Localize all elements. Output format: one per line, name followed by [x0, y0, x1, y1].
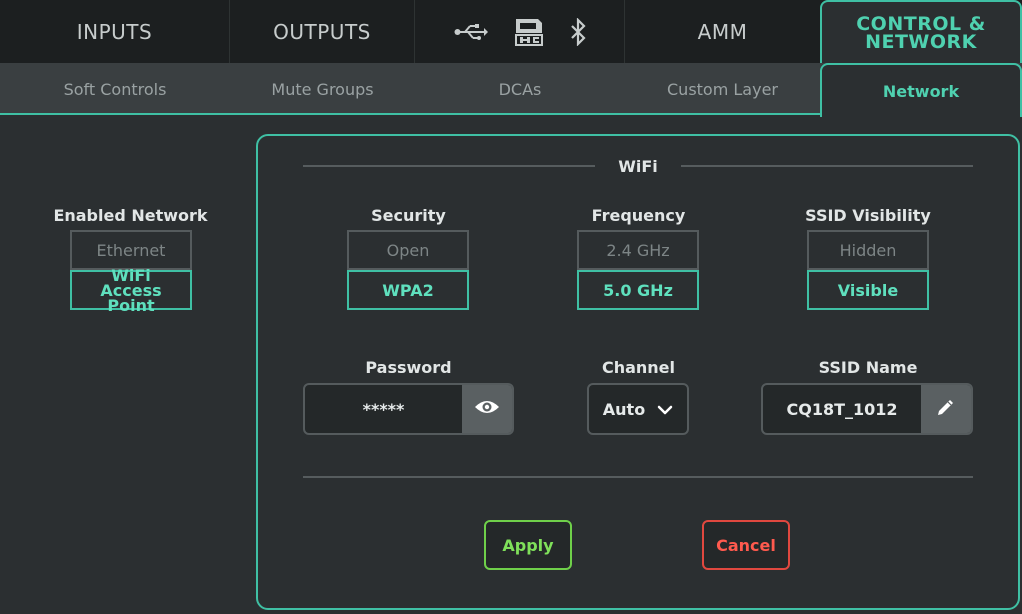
wifi-divider-right — [681, 165, 973, 167]
eye-icon — [474, 399, 500, 419]
network-option-wifi-access-point[interactable]: WiFi Access Point — [70, 267, 192, 313]
subtab-dcas[interactable]: DCAs — [415, 63, 625, 115]
subtab-mute-groups[interactable]: Mute Groups — [230, 63, 415, 115]
tab-inputs[interactable]: INPUTS — [0, 0, 230, 63]
bluetooth-icon — [570, 17, 586, 46]
security-option-wpa2[interactable]: WPA2 — [347, 270, 469, 310]
subtab-network-label: Network — [882, 81, 960, 101]
cancel-button[interactable]: Cancel — [702, 520, 790, 570]
tab-amm[interactable]: AMM — [625, 0, 820, 63]
top-tab-bar: INPUTS OUTPUTS AMM CONTROL & NETWORK — [0, 0, 1022, 63]
sub-tab-bar: Soft Controls Mute Groups DCAs Custom La… — [0, 63, 1022, 117]
pencil-icon — [936, 397, 956, 421]
frequency-option-2-4ghz[interactable]: 2.4 GHz — [577, 230, 699, 270]
subtab-custom-layer[interactable]: Custom Layer — [625, 63, 820, 115]
ssid-name-field[interactable]: CQ18T_1012 — [761, 383, 973, 435]
tab-media[interactable] — [415, 0, 625, 63]
tab-inputs-label: INPUTS — [76, 19, 153, 44]
security-label: Security — [371, 206, 446, 225]
show-password-button[interactable] — [462, 385, 512, 433]
channel-dropdown[interactable]: Auto — [587, 383, 689, 435]
tab-outputs[interactable]: OUTPUTS — [230, 0, 415, 63]
sd-card-icon — [514, 17, 544, 47]
subtab-dcas-label: DCAs — [498, 79, 542, 99]
chevron-down-icon — [657, 400, 673, 419]
password-value: ***** — [362, 399, 405, 419]
subtab-soft-controls-label: Soft Controls — [63, 79, 167, 99]
ssid-visibility-option-visible[interactable]: Visible — [807, 270, 929, 310]
tab-control-network-line2: NETWORK — [865, 30, 977, 53]
ssid-visibility-label: SSID Visibility — [805, 206, 931, 225]
ssid-visibility-selector: Hidden Visible — [807, 230, 929, 310]
wifi-divider-left — [303, 165, 595, 167]
frequency-label: Frequency — [591, 206, 686, 225]
network-option-ethernet[interactable]: Ethernet — [70, 230, 192, 270]
security-selector: Open WPA2 — [347, 230, 469, 310]
wifi-section-title: WiFi — [618, 157, 658, 176]
ssid-name-label: SSID Name — [818, 358, 918, 377]
tab-outputs-label: OUTPUTS — [273, 19, 371, 44]
apply-button[interactable]: Apply — [484, 520, 572, 570]
app-window: INPUTS OUTPUTS AMM CONTROL & NETWORK Sof… — [0, 0, 1022, 614]
enabled-network-selector: Ethernet WiFi Access Point — [70, 230, 192, 313]
subtab-soft-controls[interactable]: Soft Controls — [0, 63, 230, 115]
password-label: Password — [365, 358, 452, 377]
password-field[interactable]: ***** — [303, 383, 514, 435]
edit-ssid-button[interactable] — [921, 385, 971, 433]
tab-control-network[interactable]: CONTROL & NETWORK — [820, 0, 1022, 63]
ssid-visibility-option-hidden[interactable]: Hidden — [807, 230, 929, 270]
ssid-name-value: CQ18T_1012 — [786, 399, 898, 419]
frequency-option-5-0ghz[interactable]: 5.0 GHz — [577, 270, 699, 310]
channel-label: Channel — [601, 358, 676, 377]
usb-icon — [454, 23, 488, 41]
channel-value: Auto — [602, 399, 646, 419]
frequency-selector: 2.4 GHz 5.0 GHz — [577, 230, 699, 310]
subtab-network[interactable]: Network — [820, 63, 1022, 117]
tab-control-network-line1: CONTROL & — [856, 12, 986, 35]
subtab-mute-groups-label: Mute Groups — [271, 79, 374, 99]
enabled-network-label: Enabled Network — [53, 206, 208, 225]
subtab-custom-layer-label: Custom Layer — [667, 79, 778, 99]
actions-divider — [303, 476, 973, 478]
tab-amm-label: AMM — [697, 19, 748, 44]
security-option-open[interactable]: Open — [347, 230, 469, 270]
